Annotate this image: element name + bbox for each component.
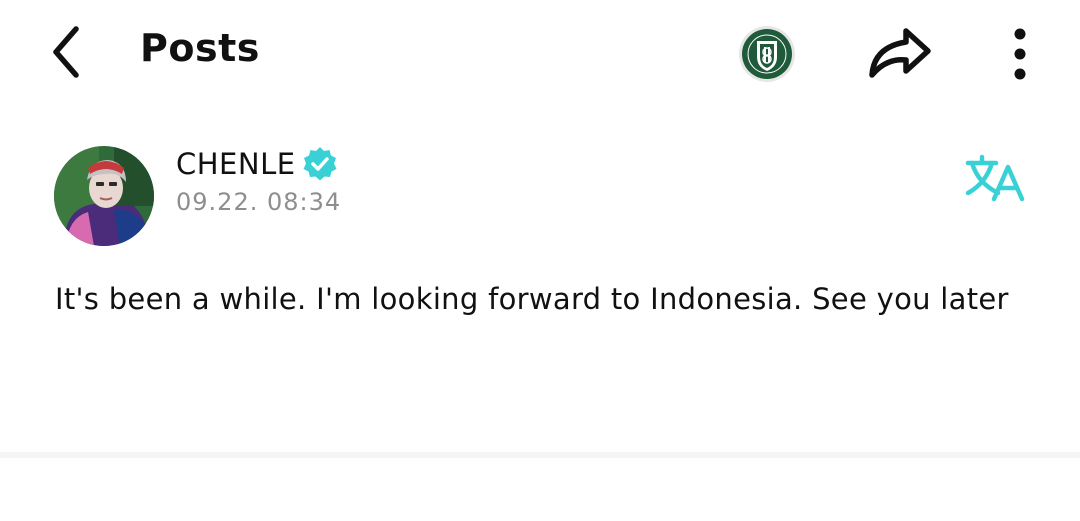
verified-badge-icon bbox=[303, 147, 337, 181]
avatar[interactable] bbox=[54, 146, 154, 246]
community-crest-icon bbox=[739, 26, 795, 82]
chevron-left-icon bbox=[53, 26, 79, 78]
back-button[interactable] bbox=[38, 22, 94, 82]
author-row: CHENLE bbox=[176, 146, 338, 182]
more-vertical-icon bbox=[1014, 28, 1026, 80]
post-body-text: It's been a while. I'm looking forward t… bbox=[55, 282, 1009, 316]
share-arrow-icon bbox=[869, 28, 931, 78]
community-badge[interactable] bbox=[738, 25, 796, 83]
post-timestamp: 09.22. 08:34 bbox=[176, 188, 342, 216]
post-header: CHENLE 09.22. 08:34 bbox=[0, 140, 1080, 250]
author-avatar-image bbox=[54, 146, 154, 246]
translate-icon bbox=[965, 154, 1025, 202]
section-divider bbox=[0, 452, 1080, 458]
more-options-button[interactable] bbox=[1000, 22, 1040, 84]
page-title: Posts bbox=[140, 26, 260, 70]
top-bar: Posts bbox=[0, 0, 1080, 105]
author-name[interactable]: CHENLE bbox=[176, 147, 296, 181]
translate-button[interactable] bbox=[960, 148, 1030, 208]
share-button[interactable] bbox=[862, 22, 936, 84]
